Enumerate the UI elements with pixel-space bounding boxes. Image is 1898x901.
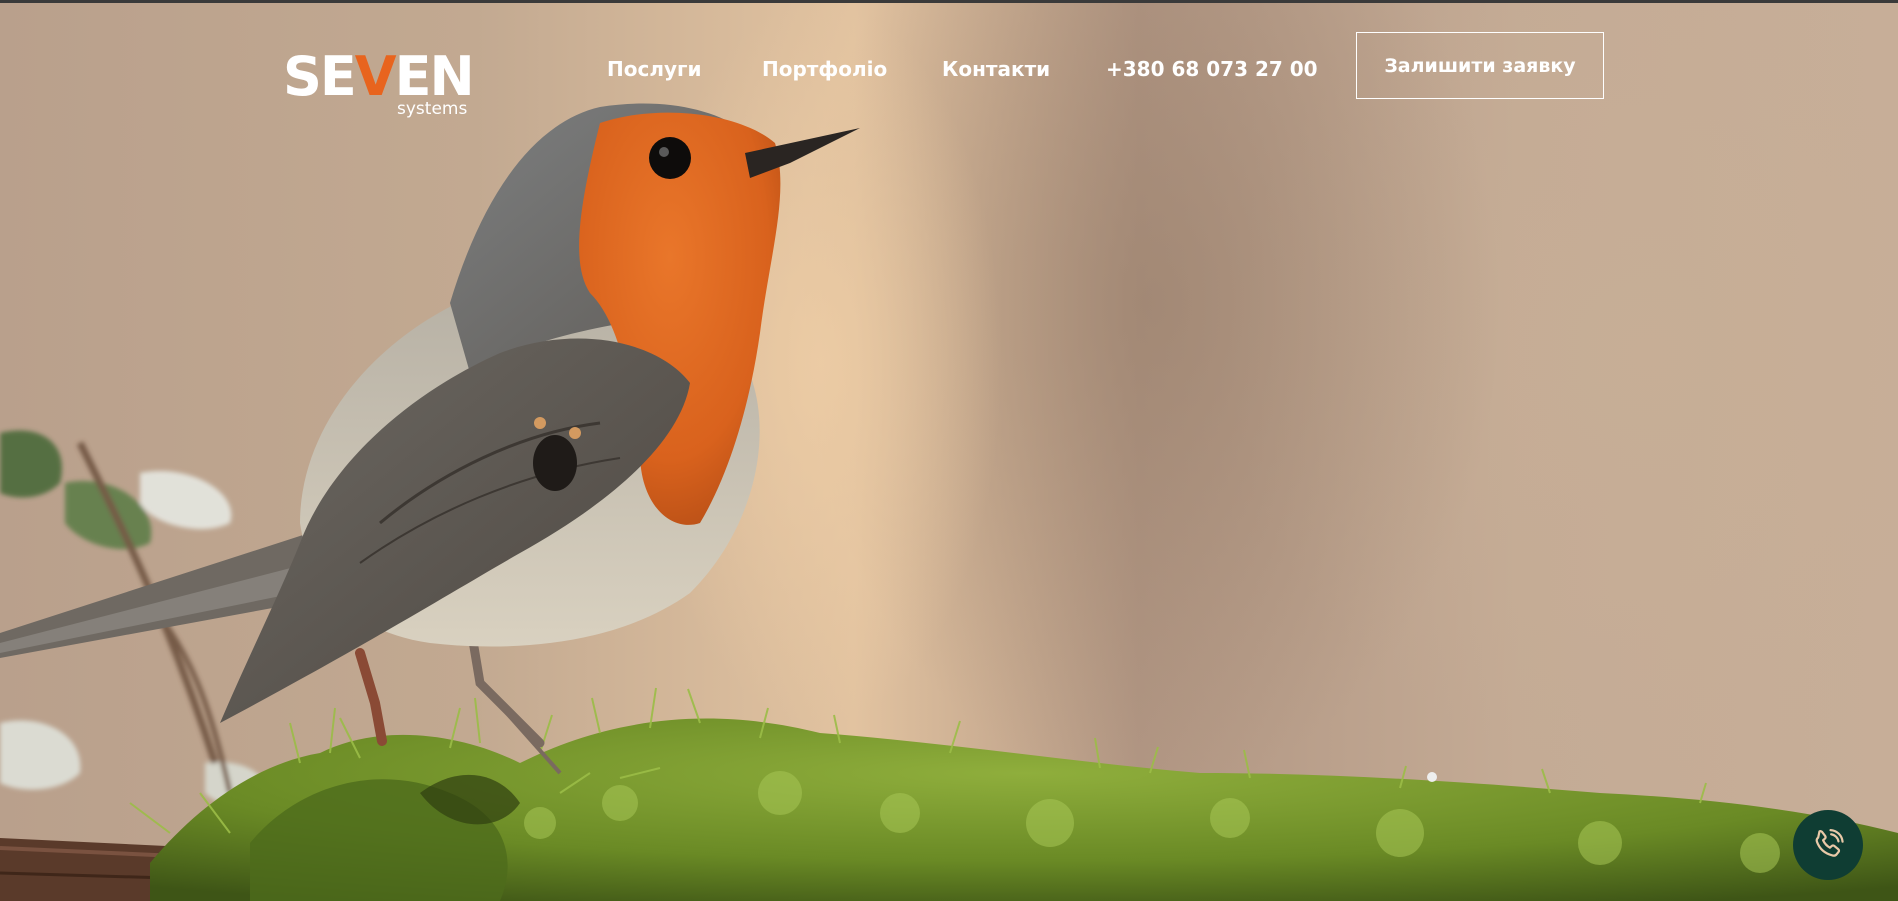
- page: SEVEN systems Послуги Портфоліо Контакти…: [0, 0, 1898, 901]
- nav-phone-link[interactable]: +380 68 073 27 00: [1106, 56, 1318, 82]
- logo-subtitle: systems: [397, 99, 468, 119]
- nav-link-contacts[interactable]: Контакти: [942, 56, 1050, 82]
- phone-icon: [1815, 829, 1844, 857]
- call-button[interactable]: [1793, 810, 1863, 880]
- seven-systems-logo[interactable]: SEVEN systems: [283, 47, 483, 123]
- nav-link-services[interactable]: Послуги: [607, 56, 701, 82]
- hero-photo: [0, 103, 1898, 901]
- hero-background: [0, 3, 1898, 901]
- leave-request-button[interactable]: Залишити заявку: [1356, 32, 1604, 99]
- logo-wordmark: SEVEN: [283, 45, 475, 108]
- top-navigation: SEVEN systems Послуги Портфоліо Контакти…: [0, 3, 1898, 123]
- nav-link-portfolio[interactable]: Портфоліо: [762, 56, 887, 82]
- top-border: [0, 0, 1898, 3]
